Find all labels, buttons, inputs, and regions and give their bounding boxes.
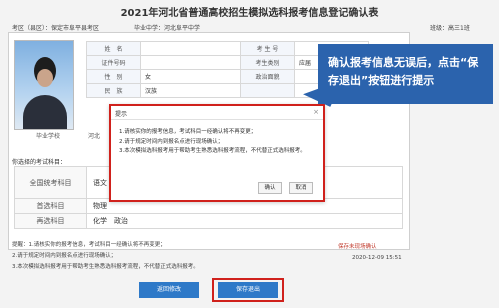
- school: 毕业中学：河北阜平中学: [134, 25, 201, 32]
- photo-body: [23, 95, 67, 129]
- dialog-line: 2.请于规定时间内到报名点进行现场确认；: [119, 138, 224, 145]
- reminder-line: 提醒：1.请核实你的报考信息，考试科目一经确认将不再变更；: [12, 242, 166, 248]
- exam-no-label: 考 生 号: [240, 41, 295, 56]
- confirm-dialog: 提示 × 1.请核实你的报考信息，考试科目一经确认将不再变更； 2.请于规定时间…: [109, 104, 325, 202]
- name-value: [140, 41, 241, 56]
- subject-label: 首选科目: [14, 198, 87, 214]
- dialog-divider: [111, 119, 323, 120]
- confirm-button[interactable]: 确认: [258, 182, 282, 194]
- extra-label: [240, 83, 295, 98]
- dialog-line: 1.请核实你的报考信息，考试科目一经确认将不再变更；: [119, 129, 257, 135]
- reminder-line: 2.请于规定时间内到报名点进行现场确认；: [12, 253, 117, 259]
- cancel-button[interactable]: 取消: [289, 182, 313, 194]
- class: 班级：高三1班: [430, 25, 470, 32]
- photo-face: [37, 69, 53, 87]
- gender-value: 女: [140, 69, 241, 84]
- dialog-body: 1.请核实你的报考信息，考试科目一经确认将不再变更； 2.请于规定时间内到报名点…: [119, 128, 319, 157]
- id-value: [140, 55, 241, 70]
- student-photo: [14, 40, 74, 130]
- page: 2021年河北省普通高校招生模拟选科报考信息登记确认表 考区（县区）：保定市阜平…: [0, 0, 499, 308]
- reminder-notes: 提醒：1.请核实你的报考信息，考试科目一经确认将不再变更； 2.请于规定时间内到…: [12, 240, 199, 273]
- page-title: 2021年河北省普通高校招生模拟选科报考信息登记确认表: [120, 8, 379, 19]
- dialog-title: 提示: [115, 111, 128, 118]
- table-row: 再选科目 化学 政治: [14, 213, 403, 229]
- close-icon[interactable]: ×: [313, 108, 319, 116]
- subject-label: 再选科目: [14, 213, 87, 229]
- graduate-school-row: 毕业学校 河北: [36, 131, 100, 140]
- subject-value: 化学 政治: [86, 213, 403, 229]
- graduate-school-label: 毕业学校: [36, 133, 61, 140]
- gender-label: 性 别: [86, 69, 141, 84]
- callout-text: 确认报考信息无误后，点击“保存退出”按钮进行提示: [328, 56, 479, 87]
- subject-label: 全国统考科目: [14, 166, 87, 199]
- timestamp: 2020-12-09 15:51: [352, 255, 402, 261]
- political-label: 政治面貌: [240, 69, 295, 84]
- back-edit-button[interactable]: 返回修改: [139, 282, 199, 298]
- save-exit-button[interactable]: 保存退出: [218, 282, 278, 298]
- dialog-line: 3.本次模拟选科报考用于帮助考生熟悉选科报考流程，不代替正式选科报考。: [119, 148, 306, 154]
- id-label: 证件号码: [86, 55, 141, 70]
- reminder-line: 3.本次模拟选科报考用于帮助考生熟悉选科报考流程，不代替正式选科报考。: [12, 264, 199, 270]
- category-label: 考生类别: [240, 55, 295, 70]
- save-status: 保存未现场确认: [338, 244, 377, 250]
- name-label: 姓 名: [86, 41, 141, 56]
- subjects-title: 你选择的考试科目：: [12, 159, 67, 166]
- graduate-school-value: 河北: [87, 133, 100, 140]
- exam-area: 考区（县区）：保定市阜平县考区: [12, 25, 100, 32]
- ethnicity-label: 民 族: [86, 83, 141, 98]
- ethnicity-value: 汉族: [140, 83, 241, 98]
